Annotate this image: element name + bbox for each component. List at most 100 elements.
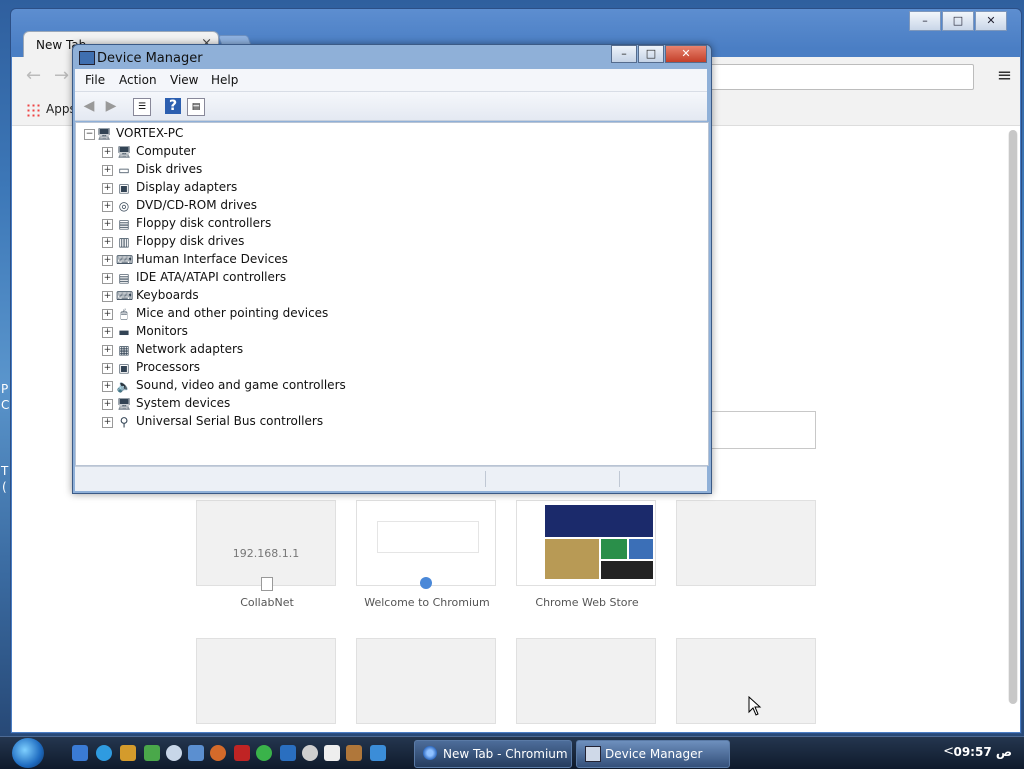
- expand-icon[interactable]: +: [102, 273, 113, 284]
- tree-node[interactable]: + 🔈 Sound, video and game controllers: [76, 377, 676, 395]
- quick-launch-icon[interactable]: [120, 745, 136, 761]
- tree-node[interactable]: + 🖥 Computer: [76, 143, 676, 161]
- expand-icon[interactable]: +: [102, 219, 113, 230]
- quick-launch-icon[interactable]: [234, 745, 250, 761]
- start-button[interactable]: [12, 738, 44, 768]
- show-desktop-icon[interactable]: [72, 745, 88, 761]
- chromium-window-controls: – □ ✕: [908, 11, 1007, 31]
- expand-icon[interactable]: +: [102, 291, 113, 302]
- page-scrollbar[interactable]: [1008, 130, 1018, 704]
- menu-action[interactable]: Action: [119, 73, 157, 87]
- quick-launch-icon[interactable]: [166, 745, 182, 761]
- expand-icon[interactable]: +: [102, 237, 113, 248]
- tree-node-label: Sound, video and game controllers: [136, 378, 346, 392]
- taskbar-item-device-manager[interactable]: Device Manager: [576, 740, 730, 768]
- expand-icon[interactable]: +: [102, 345, 113, 356]
- show-hidden-icons-arrow[interactable]: <: [943, 744, 954, 759]
- expand-icon[interactable]: +: [102, 255, 113, 266]
- settings-icon[interactable]: [302, 745, 318, 761]
- device-tree: − 🖥 VORTEX-PC + 🖥 Computer + ▭ Disk drives + ▣ D…: [75, 122, 709, 466]
- quick-launch-icon[interactable]: [370, 745, 386, 761]
- expand-icon[interactable]: +: [102, 399, 113, 410]
- expand-icon[interactable]: +: [102, 201, 113, 212]
- tile-title[interactable]: CollabNet: [187, 596, 347, 609]
- expand-icon[interactable]: +: [102, 309, 113, 320]
- tile-caption: 192.168.1.1: [232, 547, 300, 560]
- tree-node[interactable]: + 🖱 Mice and other pointing devices: [76, 305, 676, 323]
- quick-launch-icon[interactable]: [144, 745, 160, 761]
- clock[interactable]: 09:57 ص: [953, 745, 1012, 759]
- tree-node[interactable]: + ▣ Display adapters: [76, 179, 676, 197]
- tile-title[interactable]: Chrome Web Store: [507, 596, 667, 609]
- expand-icon[interactable]: +: [102, 381, 113, 392]
- status-divider: [619, 471, 620, 487]
- most-visited-tile[interactable]: [516, 500, 656, 586]
- back-arrow-icon[interactable]: ←: [26, 65, 41, 86]
- search-input[interactable]: [710, 411, 816, 449]
- tree-node[interactable]: + ▬ Monitors: [76, 323, 676, 341]
- tree-node-label: System devices: [136, 396, 231, 410]
- hid-icon: ⌨: [116, 253, 134, 267]
- tree-node[interactable]: + ▦ Network adapters: [76, 341, 676, 359]
- quick-launch-icon[interactable]: [280, 745, 296, 761]
- system-devices-icon: 🖥: [116, 397, 132, 411]
- taskbar-item-chromium[interactable]: New Tab - Chromium: [414, 740, 572, 768]
- tree-node[interactable]: + ▤ IDE ATA/ATAPI controllers: [76, 269, 676, 287]
- scrollbar-thumb[interactable]: [1009, 130, 1017, 704]
- omnibox[interactable]: [702, 64, 974, 90]
- maximize-button[interactable]: □: [942, 11, 974, 31]
- expand-icon[interactable]: +: [102, 165, 113, 176]
- internet-explorer-icon[interactable]: [96, 745, 112, 761]
- menu-help[interactable]: Help: [211, 73, 238, 87]
- quick-launch-icon[interactable]: [210, 745, 226, 761]
- tree-node[interactable]: + ▣ Processors: [76, 359, 676, 377]
- menu-file[interactable]: File: [85, 73, 105, 87]
- properties-icon[interactable]: ☰: [133, 98, 151, 116]
- quick-launch-icon[interactable]: [346, 745, 362, 761]
- device-manager-icon: [79, 51, 95, 65]
- quick-launch-icon[interactable]: [188, 745, 204, 761]
- quick-launch-icon[interactable]: [256, 745, 272, 761]
- most-visited-tile-empty: [516, 638, 656, 724]
- expand-icon[interactable]: +: [102, 417, 113, 428]
- most-visited-tile[interactable]: [356, 500, 496, 589]
- forward-arrow-icon[interactable]: →: [54, 65, 69, 86]
- taskbar-item-label: Device Manager: [605, 747, 703, 761]
- mouse-icon: 🖱: [120, 307, 128, 321]
- collapse-icon[interactable]: −: [84, 129, 95, 140]
- expand-icon[interactable]: +: [102, 183, 113, 194]
- minimize-button[interactable]: –: [611, 45, 637, 63]
- window-title: Device Manager: [97, 51, 203, 66]
- tree-node[interactable]: + ▥ Floppy disk drives: [76, 233, 676, 251]
- tree-node[interactable]: + ▭ Disk drives: [76, 161, 676, 179]
- tree-node[interactable]: + ◎ DVD/CD-ROM drives: [76, 197, 676, 215]
- tree-node[interactable]: + ⌨ Human Interface Devices: [76, 251, 676, 269]
- menu-view[interactable]: View: [170, 73, 198, 87]
- expand-icon[interactable]: +: [102, 147, 113, 158]
- close-button[interactable]: ✕: [665, 45, 707, 63]
- scan-hardware-icon[interactable]: ▤: [187, 98, 205, 116]
- expand-icon[interactable]: +: [102, 327, 113, 338]
- tree-root[interactable]: − 🖥 VORTEX-PC: [76, 125, 676, 143]
- maximize-button[interactable]: □: [638, 45, 664, 63]
- taskbar-item-label: New Tab - Chromium: [443, 747, 568, 761]
- close-button[interactable]: ✕: [975, 11, 1007, 31]
- expand-icon[interactable]: +: [102, 363, 113, 374]
- help-icon[interactable]: ?: [165, 98, 181, 114]
- apps-grid-icon[interactable]: [26, 103, 40, 117]
- most-visited-tile-empty: [676, 500, 816, 586]
- tree-node[interactable]: + ⚲ Universal Serial Bus controllers: [76, 413, 676, 431]
- minimize-button[interactable]: –: [909, 11, 941, 31]
- network-adapter-icon: ▦: [118, 343, 130, 357]
- tile-title[interactable]: Welcome to Chromium: [347, 596, 507, 609]
- tree-node[interactable]: + 🖥 System devices: [76, 395, 676, 413]
- tree-node[interactable]: + ⌨ Keyboards: [76, 287, 676, 305]
- mouse-cursor-icon: [748, 696, 762, 716]
- forward-arrow-icon[interactable]: ▶: [103, 98, 119, 114]
- tree-node[interactable]: + ▤ Floppy disk controllers: [76, 215, 676, 233]
- most-visited-tile[interactable]: 192.168.1.1: [196, 500, 336, 591]
- tree-node-label: Keyboards: [136, 288, 199, 302]
- back-arrow-icon[interactable]: ◀: [81, 98, 97, 114]
- quick-launch-icon[interactable]: [324, 745, 340, 761]
- menu-icon[interactable]: ≡: [997, 65, 1012, 86]
